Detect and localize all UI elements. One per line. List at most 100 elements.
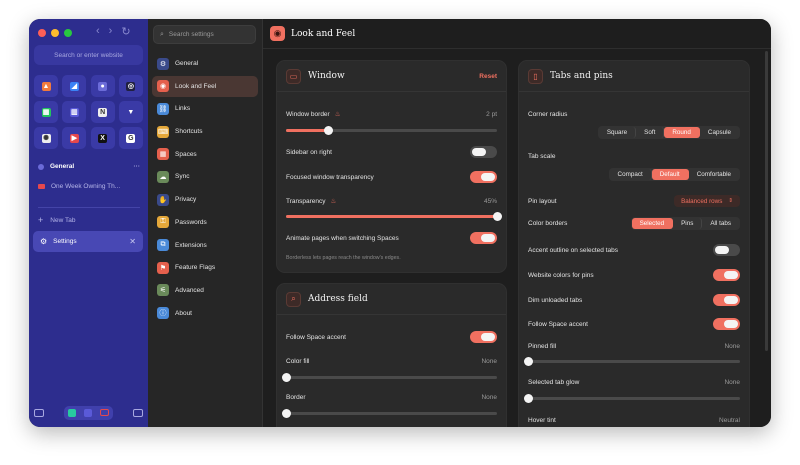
palette-icon: ◉ [270,26,285,41]
page-header: ◉ Look and Feel [263,19,771,49]
space-green-icon[interactable] [68,409,76,417]
reset-button[interactable]: Reset [479,73,497,80]
close-tab-icon[interactable]: ✕ [129,237,136,246]
minimize-window-button[interactable] [51,29,59,37]
nav-item-sync[interactable]: ☁ Sync [152,166,258,187]
favorite-tile[interactable]: ▲ [34,75,58,97]
slider-knob[interactable] [282,409,291,418]
favorite-tile[interactable]: G [118,127,143,149]
settings-search-input[interactable]: ⌕ Search settings [153,25,256,44]
favorite-tile[interactable]: ▦ [34,101,58,123]
back-arrow-icon[interactable]: ‹ [96,25,100,38]
color-fill-slider[interactable] [282,373,497,382]
window-card: ▭ Window Reset Window border ♨ 2 pt Side… [276,60,507,273]
x-app-icon: X [98,133,108,143]
window-border-row: Window border ♨ 2 pt [286,110,497,119]
border-slider[interactable] [282,409,497,418]
tab-item[interactable]: One Week Owning Th... [38,183,140,190]
favorite-tile[interactable]: N [90,101,115,123]
nav-item-look-and-feel[interactable]: ◉ Look and Feel [152,75,258,97]
space-red-icon[interactable] [100,409,109,416]
nav-item-passwords[interactable]: ⚿ Passwords [152,212,258,233]
address-card-title: Address field [308,294,368,304]
new-tab-button[interactable]: + New Tab [38,215,75,225]
website-colors-toggle[interactable] [713,269,740,281]
favorite-tile[interactable]: ▼ [118,101,143,123]
nav-item-about[interactable]: ⓘ About [152,303,258,324]
reload-icon[interactable]: ↻ [121,25,130,38]
slider-knob[interactable] [524,357,533,366]
url-bar[interactable]: Search or enter website [34,45,143,65]
space-header[interactable]: General ··· [38,163,140,170]
nav-item-spaces[interactable]: ▦ Spaces [152,144,258,165]
corner-radius-option-soft[interactable]: Soft [636,127,665,138]
transparency-slider[interactable] [286,212,502,221]
zoom-window-button[interactable] [64,29,72,37]
animate-toggle[interactable] [470,232,497,244]
space-blue-icon[interactable] [84,409,92,417]
nav-item-general[interactable]: ⚙ General [152,53,258,74]
corner-radius-option-square[interactable]: Square [599,127,637,138]
sidebar-toggle-icon[interactable] [34,409,44,417]
pin-layout-dropdown[interactable]: Balanced rows ⇕ [674,195,740,207]
nav-item-shortcuts[interactable]: ⌨ Shortcuts [152,121,258,142]
tab-scale-option-compact[interactable]: Compact [610,169,652,180]
cloud-icon: ☁ [157,170,169,183]
nav-item-privacy[interactable]: ✋ Privacy [152,189,258,210]
slider-fill [286,129,329,132]
address-follow-accent-label: Follow Space accent [286,333,346,341]
notion-app-icon: N [98,107,108,117]
close-window-button[interactable] [38,29,46,37]
archive-icon[interactable] [133,409,143,417]
slider-knob[interactable] [524,394,533,403]
google-app-icon: G [126,133,136,143]
nav-item-extensions[interactable]: ⧉ Extensions [152,235,258,256]
accent-outline-label: Accent outline on selected tabs [528,246,618,254]
more-icon[interactable]: ··· [134,163,141,170]
favorite-tile[interactable]: ● [90,75,115,97]
sidebar-right-label: Sidebar on right [286,148,332,156]
corner-radius-option-round[interactable]: Round [664,127,700,138]
trello-app-icon: ▥ [69,107,79,117]
window-border-slider[interactable] [286,126,497,135]
color-borders-option-pins[interactable]: Pins [673,218,703,229]
color-borders-option-all-tabs[interactable]: All tabs [702,218,739,229]
nav-item-advanced[interactable]: ⚟ Advanced [152,280,258,301]
favorite-tile[interactable]: X [90,127,115,149]
tab-scale-option-comfortable[interactable]: Comfortable [689,169,739,180]
favorite-tile[interactable]: ✺ [34,127,58,149]
address-follow-accent-toggle[interactable] [470,331,497,343]
favorite-tile[interactable]: ◢ [62,75,87,97]
window-card-header: ▭ Window Reset [277,61,506,92]
tab-scale-option-default[interactable]: Default [651,169,689,180]
tab-scale-segmented: Compact Default Comfortable [608,168,740,181]
corner-radius-option-capsule[interactable]: Capsule [700,127,739,138]
favorite-tile[interactable]: ▥ [62,101,87,123]
follow-space-toggle[interactable] [713,318,740,330]
accent-outline-toggle[interactable] [713,244,740,256]
favorite-tile[interactable]: ▶ [62,127,87,149]
nav-item-links[interactable]: ⛓ Links [152,98,258,119]
settings-search-placeholder: Search settings [168,31,214,38]
scrollbar[interactable] [765,51,768,351]
dim-unloaded-toggle[interactable] [713,294,740,306]
color-borders-option-selected[interactable]: Selected [631,218,674,229]
favorite-tile[interactable]: ◎ [118,75,143,97]
slider-knob[interactable] [282,373,291,382]
nav-item-label: Look and Feel [175,82,217,90]
forward-arrow-icon[interactable]: › [109,25,113,38]
focused-transparency-toggle[interactable] [470,171,497,183]
pinned-fill-slider[interactable] [524,357,740,366]
settings-sidebar: ⌕ Search settings ⚙ General ◉ Look and Feel… [148,19,263,427]
tab-title: One Week Owning Th... [51,183,121,190]
slider-knob[interactable] [324,126,334,135]
settings-tab[interactable]: ⚙ Settings ✕ [33,231,143,252]
nav-item-feature-flags[interactable]: ⚑ Feature Flags [152,257,258,278]
vercel-app-icon: ▼ [126,107,136,117]
selected-glow-slider[interactable] [524,394,740,403]
tab-scale-row: Tab scale [528,153,740,160]
nav-item-label: Sync [175,173,190,181]
slider-knob[interactable] [493,212,502,221]
sidebar-right-toggle[interactable] [470,146,497,158]
selected-glow-row: Selected tab glow None [528,379,740,386]
